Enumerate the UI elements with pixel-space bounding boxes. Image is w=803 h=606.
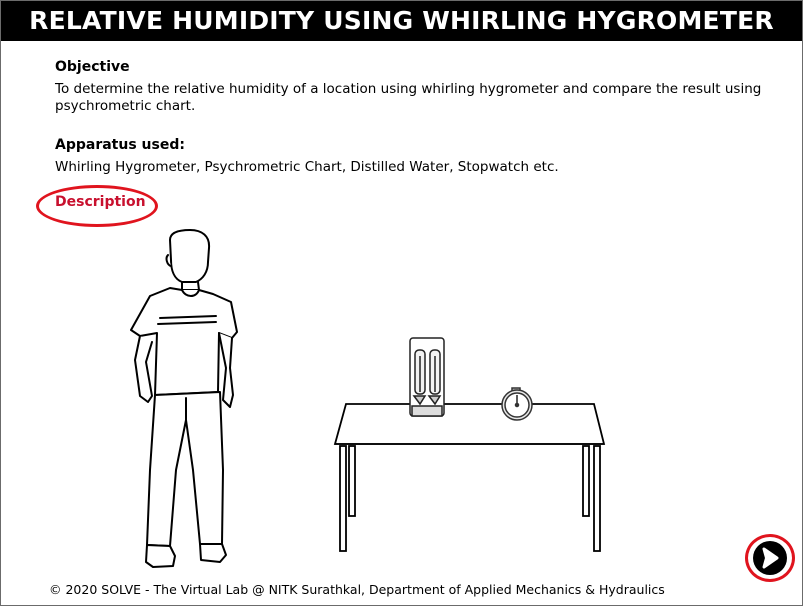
next-button[interactable] [745,534,795,582]
footer-copyright: © 2020 SOLVE - The Virtual Lab @ NITK Su… [49,582,665,597]
table [333,403,606,552]
experiment-scene [130,229,606,568]
whirling-hygrometer [409,337,445,417]
stopwatch-icon [501,387,533,421]
arrow-right-circle-icon [753,541,787,575]
person-figure [130,229,238,568]
